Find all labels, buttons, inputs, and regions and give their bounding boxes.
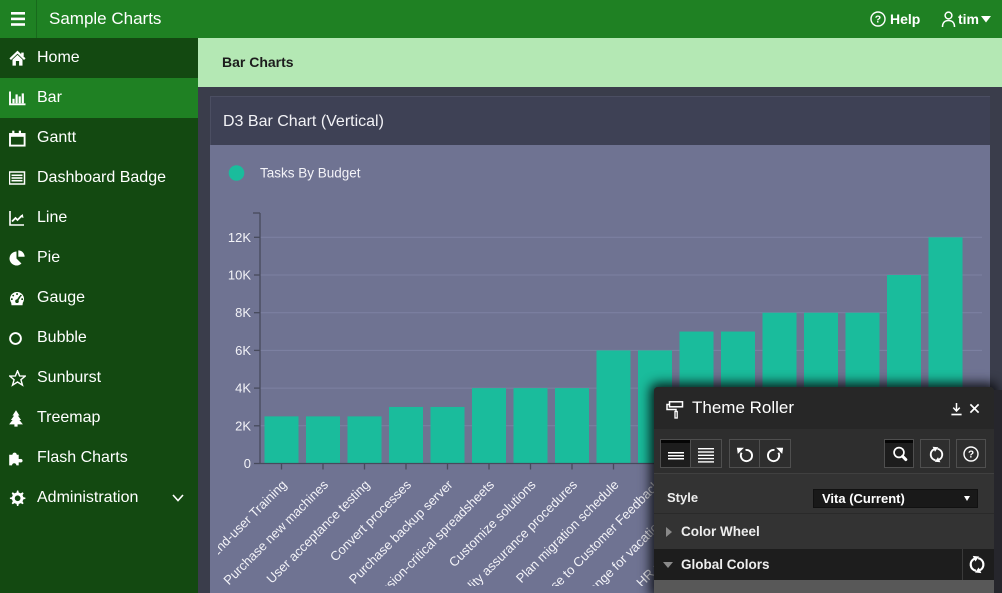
svg-text:2K: 2K <box>235 418 251 433</box>
svg-text:?: ? <box>968 450 974 461</box>
svg-text:10K: 10K <box>228 268 251 283</box>
svg-text:6K: 6K <box>235 343 251 358</box>
svg-text:Tasks By Budget: Tasks By Budget <box>260 166 361 181</box>
svg-text:0: 0 <box>244 456 251 471</box>
svg-text:4K: 4K <box>235 381 251 396</box>
svg-text:8K: 8K <box>235 305 251 320</box>
svg-text:12K: 12K <box>228 230 251 245</box>
svg-text:?: ? <box>875 14 881 26</box>
